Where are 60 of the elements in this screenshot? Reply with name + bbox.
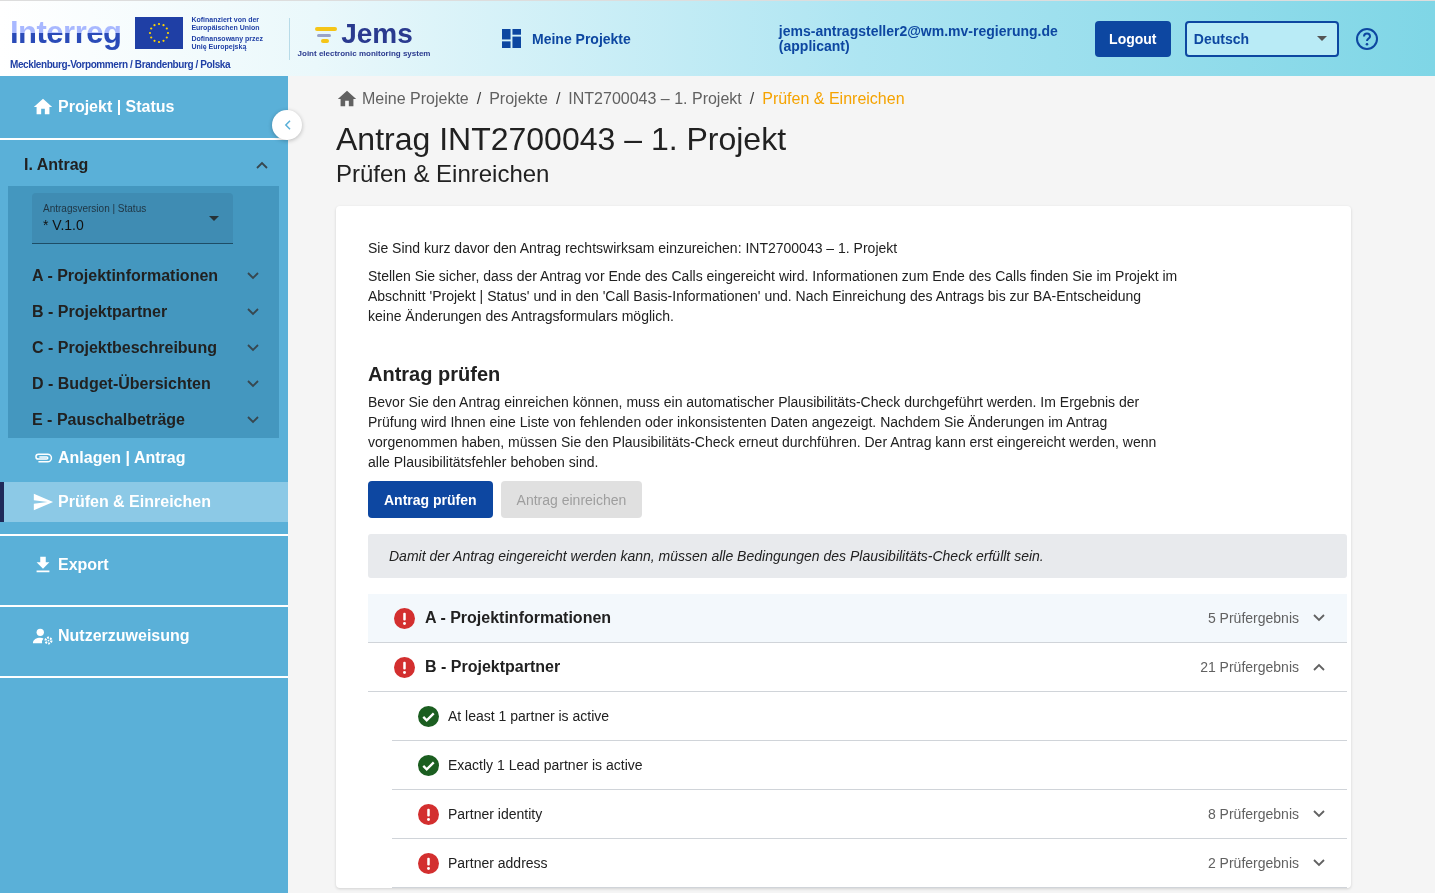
check-result-row[interactable]: Partner identity 8 Prüfergebnis: [392, 790, 1347, 839]
chevron-left-icon: [283, 120, 291, 130]
chevron-down-icon: [247, 308, 259, 316]
breadcrumb-separator: /: [749, 90, 755, 108]
result-count: 8 Prüfergebnis: [1207, 806, 1299, 822]
paragraph: Stellen Sie sicher, dass der Antrag vor Ende des Calls eingereicht wird. Informationen zum Ende des Calls finden Sie im Projekt im Abschnitt 'Projekt | Status' und in den 'Call Basis-Informationen' und. Nach Einreichung des Antrags bis zur BA-Entscheidung keine Änderungen des Antragsformulars möglich.: [368, 267, 1179, 326]
action-button[interactable]: Antrag prüfen: [368, 481, 493, 518]
chevron-up-icon: [256, 161, 268, 169]
dropdown-arrow-icon: [209, 215, 219, 221]
app-tagline: Joint electronic monitoring system: [297, 49, 431, 58]
help-icon: [1354, 26, 1379, 51]
breadcrumb-link[interactable]: Meine Projekte: [336, 88, 469, 110]
chevron-down-icon: [1313, 614, 1325, 622]
info-notice: Damit der Antrag eingereicht werden kann, müssen alle Bedingungen des Plausibilitäts-Check erfüllt sein.: [368, 534, 1347, 578]
sidebar-group-header[interactable]: I. Antrag: [0, 140, 288, 186]
sidebar-subitem[interactable]: D - Budget-Übersichten: [8, 366, 279, 402]
result-count: 2 Prüfergebnis: [1207, 855, 1299, 871]
chevron-down-icon: [247, 416, 259, 424]
language-select[interactable]: Deutsch: [1184, 20, 1339, 57]
send-icon: [32, 491, 54, 513]
paragraph: Sie Sind kurz davor den Antrag rechtswirksam einzureichen: INT2700043 – 1. Projekt: [368, 239, 899, 258]
version-select[interactable]: Antragsversion | Status * V.1.0: [32, 193, 233, 244]
result-count: 21 Prüfergebnis: [1200, 659, 1299, 675]
breadcrumb-link[interactable]: Projekte: [489, 90, 548, 108]
chevron-down-icon: [1313, 810, 1325, 818]
breadcrumb-separator: /: [476, 90, 482, 108]
check-result-row[interactable]: Partner address 2 Prüfergebnis: [392, 839, 1347, 888]
app-logo-text: Jems: [341, 19, 413, 49]
sidebar-subitem[interactable]: A - Projektinformationen: [8, 258, 279, 294]
chevron-down-icon: [247, 272, 259, 280]
chevron-up-icon: [1313, 663, 1325, 671]
check-result-row[interactable]: B - Projektpartner 21 Prüfergebnis: [368, 643, 1347, 692]
sidebar-subitem[interactable]: B - Projektpartner: [8, 294, 279, 330]
field-value: * V.1.0: [43, 217, 85, 233]
page-subtitle: Prüfen & Einreichen: [336, 159, 551, 189]
check-result-row[interactable]: At least 1 partner is active: [392, 692, 1347, 741]
eu-flag-icon: [135, 17, 184, 49]
chevron-down-icon: [247, 380, 259, 388]
region-text: Mecklenburg-Vorpommern / Brandenburg / Polska: [10, 59, 232, 70]
user-email: jems-antragsteller2@wm.mv-regierung.de: [778, 23, 1059, 39]
page-title: Antrag INT2700043 – 1. Projekt: [336, 120, 788, 159]
my-projects-link[interactable]: Meine Projekte: [502, 29, 631, 48]
logout-button[interactable]: Logout: [1094, 20, 1171, 57]
dropdown-arrow-icon: [1316, 36, 1327, 41]
user-role: (applicant): [778, 38, 850, 54]
chevron-down-icon: [1313, 859, 1325, 867]
check-result-row[interactable]: A - Projektinformationen 5 Prüfergebnis: [368, 594, 1347, 643]
jems-mark-icon: [315, 24, 340, 44]
dashboard-icon: [502, 29, 521, 48]
paragraph: Bevor Sie den Antrag einreichen können, muss ein automatischer Plausibilitäts-Check durchgeführt werden. Im Ergebnis der Prüfung wird Ihnen eine Liste von fehlenden oder inkonsistenten Daten angezeigt. Nachdem Sie Änderungen im Antrag vorgenommen haben, müssen Sie den Plausibilitäts-Check erneut durchführen. Der Antrag kann erst eingereicht werden, wenn alle Plausibilitätsfehler behoben sind.: [368, 393, 1158, 472]
sidebar-subitem[interactable]: E - Pauschalbeträge: [8, 402, 279, 438]
field-label: Antragsversion | Status: [43, 203, 147, 214]
section-title: Antrag prüfen: [368, 363, 502, 386]
result-count: 5 Prüfergebnis: [1207, 610, 1299, 626]
check-result-row[interactable]: Exactly 1 Lead partner is active: [392, 741, 1347, 790]
breadcrumb-separator: /: [555, 90, 561, 108]
sidebar-subitem[interactable]: C - Projektbeschreibung: [8, 330, 279, 366]
collapse-sidebar-button[interactable]: [272, 110, 302, 140]
chevron-down-icon: [247, 344, 259, 352]
breadcrumb-link[interactable]: INT2700043 – 1. Projekt: [568, 90, 742, 108]
